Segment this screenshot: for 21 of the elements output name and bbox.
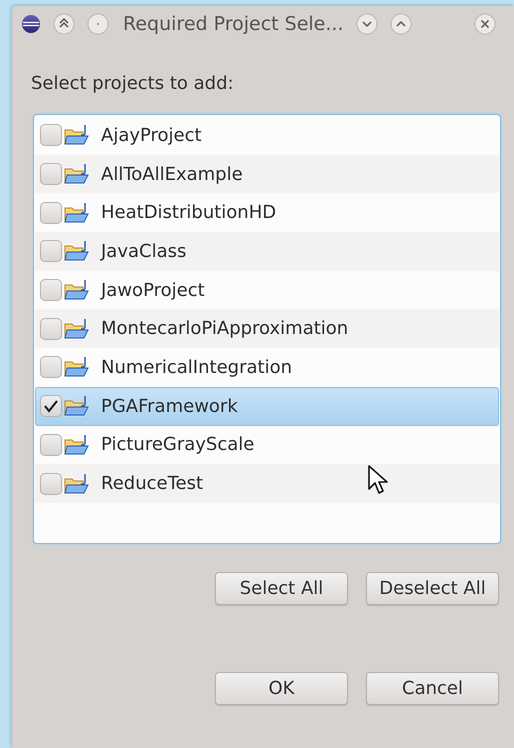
project-row[interactable]: PGAFramework — [35, 386, 499, 426]
cancel-button[interactable]: Cancel — [366, 672, 499, 705]
deselect-all-button[interactable]: Deselect All — [366, 572, 499, 605]
project-name: JawoProject — [101, 280, 205, 301]
prompt-label: Select projects to add: — [31, 73, 235, 94]
ok-button[interactable]: OK — [215, 672, 348, 705]
project-name: NumericalIntegration — [101, 356, 292, 378]
project-name: JavaClass — [101, 240, 186, 262]
project-row[interactable]: AllToAllExample — [35, 154, 499, 194]
project-name: PictureGrayScale — [101, 434, 254, 456]
project-name: AjayProject — [101, 124, 202, 146]
project-name: MontecarloPiApproximation — [101, 318, 348, 340]
project-name: AllToAllExample — [101, 164, 243, 185]
project-row[interactable]: JavaClass — [35, 232, 499, 271]
project-name: HeatDistributionHD — [101, 202, 276, 224]
project-name: PGAFramework — [101, 396, 238, 417]
project-row[interactable]: ReduceTest — [35, 464, 499, 503]
window-title: Required Project Sele... — [123, 13, 344, 35]
project-row[interactable]: MontecarloPiApproximation — [35, 309, 499, 348]
project-name: ReduceTest — [101, 473, 204, 494]
select-all-button[interactable]: Select All — [215, 572, 348, 605]
